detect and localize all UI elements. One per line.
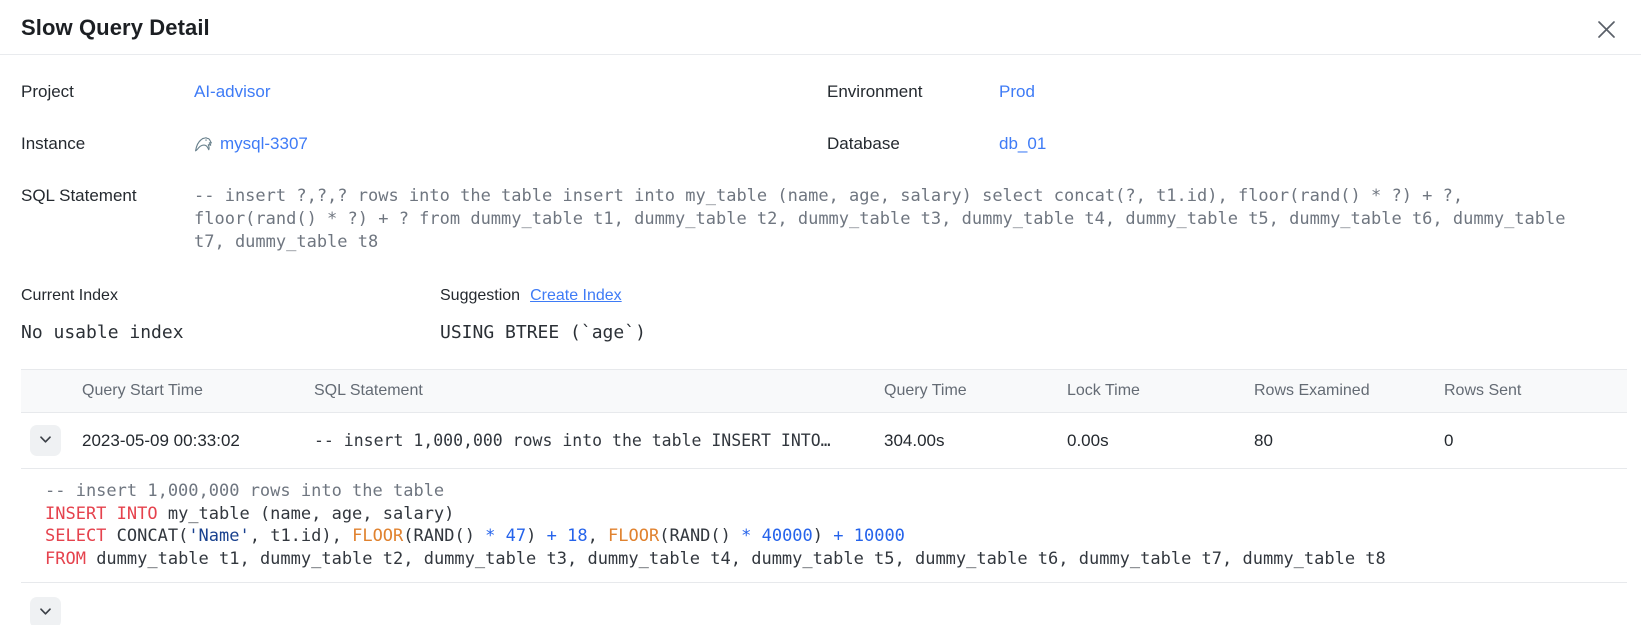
create-index-link[interactable]: Create Index bbox=[530, 287, 622, 305]
environment-label: Environment bbox=[827, 81, 999, 103]
project-link[interactable]: AI-advisor bbox=[194, 82, 271, 101]
chevron-down-icon bbox=[38, 604, 53, 622]
col-sql-statement: SQL Statement bbox=[314, 370, 884, 413]
col-query-start-time: Query Start Time bbox=[82, 370, 314, 413]
dialog-header: Slow Query Detail bbox=[0, 0, 1641, 55]
index-section: Current Index Suggestion Create Index No… bbox=[21, 285, 1627, 343]
dialog-body: Project AI-advisor Environment Prod Inst… bbox=[0, 81, 1641, 625]
database-link[interactable]: db_01 bbox=[999, 134, 1046, 153]
environment-link[interactable]: Prod bbox=[999, 82, 1035, 101]
cell-lock-time: 0.00s bbox=[1067, 413, 1254, 469]
col-rows-sent: Rows Sent bbox=[1444, 370, 1627, 413]
slow-query-table: Query Start Time SQL Statement Query Tim… bbox=[21, 369, 1627, 625]
instance-label: Instance bbox=[21, 133, 194, 155]
next-table-row-partial bbox=[21, 597, 1627, 625]
sql-statement-label: SQL Statement bbox=[21, 185, 194, 207]
col-query-time: Query Time bbox=[884, 370, 1067, 413]
database-label: Database bbox=[827, 133, 999, 155]
expand-row-button[interactable] bbox=[30, 597, 61, 625]
mysql-dolphin-icon bbox=[194, 135, 213, 154]
suggestion-value: USING BTREE (`age`) bbox=[440, 322, 1627, 343]
info-section: Project AI-advisor Environment Prod Inst… bbox=[21, 81, 1627, 254]
sql-statement-summary: -- insert ?,?,? rows into the table inse… bbox=[194, 185, 1627, 254]
table-row[interactable]: 2023-05-09 00:33:02 -- insert 1,000,000 … bbox=[21, 413, 1627, 469]
instance-link[interactable]: mysql-3307 bbox=[220, 133, 308, 155]
col-rows-examined: Rows Examined bbox=[1254, 370, 1444, 413]
project-label: Project bbox=[21, 81, 194, 103]
close-icon bbox=[1596, 19, 1617, 40]
current-index-value: No usable index bbox=[21, 322, 440, 343]
cell-query-time: 304.00s bbox=[884, 413, 1067, 469]
page-title: Slow Query Detail bbox=[21, 15, 1620, 41]
chevron-down-icon bbox=[38, 432, 53, 450]
expanded-sql: -- insert 1,000,000 rows into the tableI… bbox=[21, 469, 1627, 583]
cell-sql-statement: -- insert 1,000,000 rows into the table … bbox=[314, 413, 884, 469]
slow-query-detail-dialog: Slow Query Detail Project AI-advisor Env… bbox=[0, 0, 1641, 625]
expand-column-header bbox=[21, 370, 82, 413]
cell-query-start-time: 2023-05-09 00:33:02 bbox=[82, 413, 314, 469]
cell-rows-sent: 0 bbox=[1444, 413, 1627, 469]
suggestion-label: Suggestion bbox=[440, 285, 520, 307]
col-lock-time: Lock Time bbox=[1067, 370, 1254, 413]
table-header-row: Query Start Time SQL Statement Query Tim… bbox=[21, 370, 1627, 413]
close-button[interactable] bbox=[1591, 14, 1621, 44]
collapse-row-button[interactable] bbox=[30, 425, 61, 456]
current-index-label: Current Index bbox=[21, 285, 440, 307]
cell-rows-examined: 80 bbox=[1254, 413, 1444, 469]
